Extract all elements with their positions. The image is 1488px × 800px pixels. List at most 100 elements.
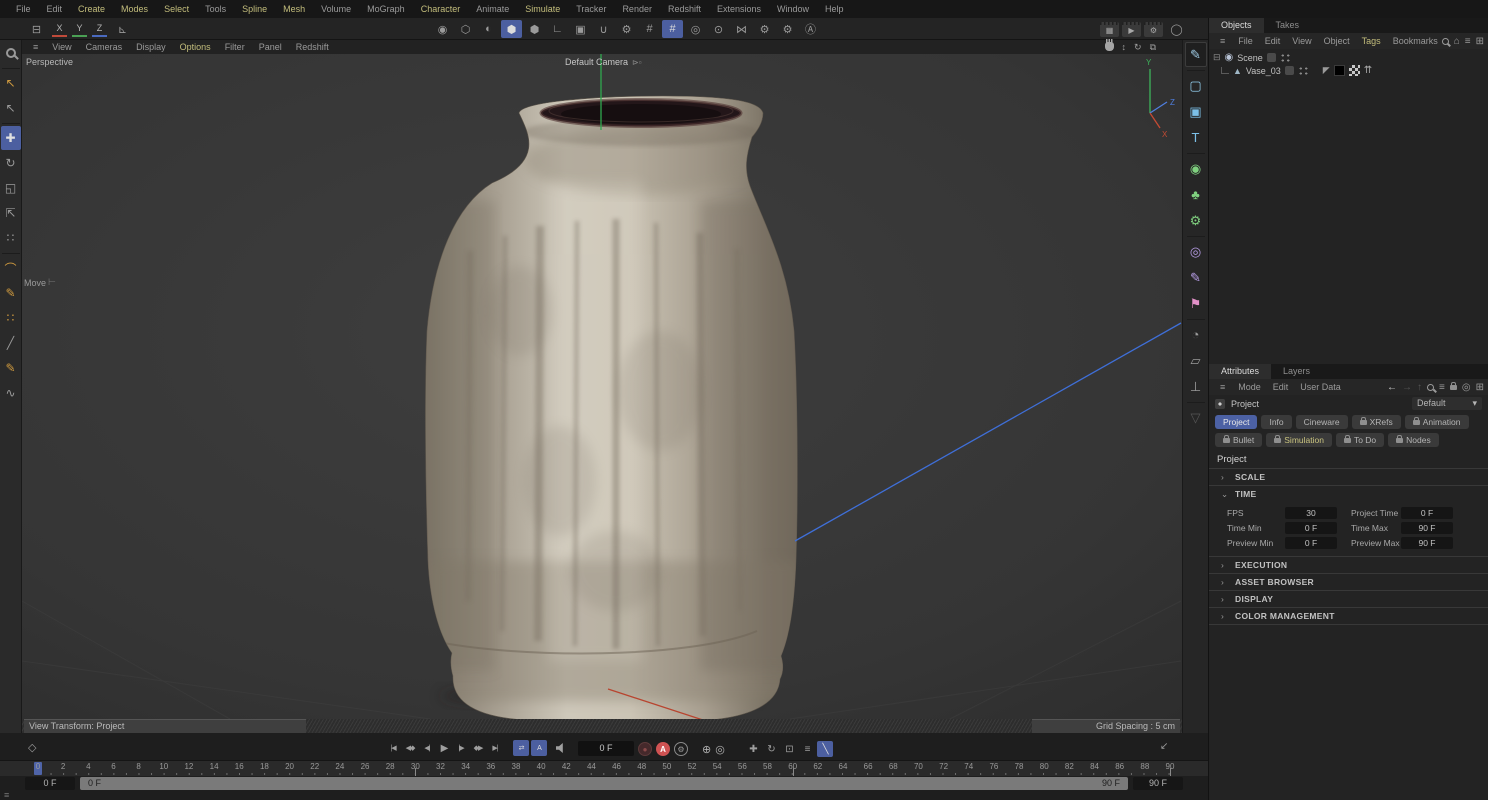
objects-home-icon[interactable]: ⌂: [1454, 36, 1460, 47]
history-forward-icon[interactable]: →: [1402, 382, 1412, 393]
menu-edit[interactable]: Edit: [39, 4, 71, 14]
spline-wrap-icon[interactable]: ∿: [1, 381, 21, 405]
objects-search-icon[interactable]: [1442, 38, 1449, 45]
field-object-icon[interactable]: ⚑: [1185, 291, 1207, 316]
spline-smooth-icon[interactable]: ∷: [1, 306, 21, 330]
lock-icon[interactable]: [1450, 385, 1457, 390]
scene-node-label[interactable]: Scene: [1237, 53, 1263, 63]
menu-mograph[interactable]: MoGraph: [359, 4, 413, 14]
viewport-menu-filter[interactable]: Filter: [218, 42, 252, 52]
menu-select[interactable]: Select: [156, 4, 197, 14]
timeline-resize-icon[interactable]: ↙: [1160, 741, 1168, 752]
loop-playback-button[interactable]: ⇄: [513, 740, 529, 756]
pan-view-icon[interactable]: [1105, 42, 1114, 53]
attributes-hamburger-icon[interactable]: ≡: [1214, 382, 1231, 392]
subdivision-surface-icon[interactable]: ◉: [1185, 156, 1207, 181]
view-name-label[interactable]: Perspective: [26, 57, 73, 67]
array-generator-icon[interactable]: ♣: [1185, 182, 1207, 207]
track-icon[interactable]: ◎: [1462, 382, 1471, 393]
selection-tag-icon[interactable]: ◤: [1323, 65, 1330, 76]
render-settings-icon[interactable]: ⚙: [1144, 22, 1163, 37]
attributes-menu-edit[interactable]: Edit: [1267, 382, 1295, 392]
attr-tab-info[interactable]: Info: [1261, 415, 1291, 429]
goto-end-button[interactable]: ▶|: [487, 740, 503, 756]
multi-axis-tool-icon[interactable]: ∷: [1, 226, 21, 250]
section-scale[interactable]: ›SCALE: [1209, 468, 1488, 485]
menu-window[interactable]: Window: [769, 4, 817, 14]
tree-row-scene[interactable]: ⊟ ◉ Scene: [1209, 51, 1488, 64]
simulate-scene-icon[interactable]: ◉: [432, 20, 453, 38]
line-cut-icon[interactable]: ✎: [1, 356, 21, 380]
current-frame-field[interactable]: 0 F: [578, 741, 634, 756]
goto-start-button[interactable]: |◀: [385, 740, 401, 756]
visibility-dots[interactable]: [1298, 66, 1309, 76]
menu-mesh[interactable]: Mesh: [275, 4, 313, 14]
gear-a-icon[interactable]: Ⓐ: [800, 20, 821, 38]
field-preview-max-value[interactable]: 90 F: [1401, 537, 1453, 549]
menu-volume[interactable]: Volume: [313, 4, 359, 14]
objects-menu-tags[interactable]: Tags: [1356, 36, 1387, 46]
play-sound-button[interactable]: [556, 743, 566, 753]
add-keyframe-button[interactable]: ◇: [28, 741, 36, 754]
attr-tab-bullet[interactable]: Bullet: [1215, 433, 1262, 447]
section-execution[interactable]: ›EXECUTION: [1209, 556, 1488, 573]
cube-primitive-icon[interactable]: ▣: [1185, 99, 1207, 124]
viewport-menu-panel[interactable]: Panel: [252, 42, 289, 52]
spline-pen-object-icon[interactable]: ✎: [1185, 42, 1207, 67]
render-view-icon[interactable]: ▦: [1100, 22, 1119, 37]
menu-help[interactable]: Help: [817, 4, 852, 14]
key-scale-button[interactable]: ⊡: [781, 741, 797, 757]
camera-label[interactable]: Default Camera ⊳▫: [565, 57, 642, 67]
viewport-canvas[interactable]: Y Z X: [22, 54, 1182, 719]
dolly-view-icon[interactable]: ↕: [1122, 42, 1127, 52]
symmetry-icon[interactable]: ⋈: [731, 20, 752, 38]
live-selection-icon[interactable]: ↖: [1, 71, 21, 95]
view-transform-label[interactable]: View Transform: Project: [24, 719, 306, 733]
visibility-dots[interactable]: [1280, 53, 1291, 63]
spline-deformer-icon[interactable]: ✎: [1185, 265, 1207, 290]
archive-icon[interactable]: ⊟: [26, 20, 47, 38]
objects-hamburger-icon[interactable]: ≡: [1214, 36, 1231, 46]
transform-tool-icon[interactable]: ⇱: [1, 201, 21, 225]
range-end-field[interactable]: 90 F: [1133, 777, 1183, 790]
attr-tab-to-do[interactable]: To Do: [1336, 433, 1384, 447]
grid-icon[interactable]: #: [639, 20, 660, 38]
text-object-icon[interactable]: T: [1185, 125, 1207, 150]
vase-node-label[interactable]: Vase_03: [1246, 66, 1281, 76]
phong-tag-icon[interactable]: ⇈: [1364, 65, 1372, 76]
viewport-menu-display[interactable]: Display: [129, 42, 173, 52]
quantize-grid-icon[interactable]: #: [662, 20, 683, 38]
menu-redshift[interactable]: Redshift: [660, 4, 709, 14]
texture-mode-icon[interactable]: ⬢: [524, 20, 545, 38]
history-back-icon[interactable]: ←: [1387, 382, 1397, 393]
render-picture-viewer-icon[interactable]: ▶: [1122, 22, 1141, 37]
objects-menu-edit[interactable]: Edit: [1259, 36, 1287, 46]
menu-extensions[interactable]: Extensions: [709, 4, 769, 14]
attr-tab-cineware[interactable]: Cineware: [1296, 415, 1348, 429]
key-position-button[interactable]: ✚: [745, 741, 761, 757]
workplane-icon[interactable]: ∟: [547, 20, 568, 38]
magnet-snap-icon[interactable]: ∪: [593, 20, 614, 38]
axis-x-button[interactable]: X: [52, 22, 67, 37]
plane-lock-icon[interactable]: ▣: [570, 20, 591, 38]
menu-tools[interactable]: Tools: [197, 4, 234, 14]
section-display[interactable]: ›DISPLAY: [1209, 590, 1488, 607]
attr-tab-xrefs[interactable]: XRefs: [1352, 415, 1401, 429]
tab-takes[interactable]: Takes: [1264, 18, 1312, 33]
menu-character[interactable]: Character: [413, 4, 469, 14]
spline-sketch-icon[interactable]: ✎: [1, 281, 21, 305]
timeline-ruler[interactable]: 0246810121416182022242628303234363840424…: [0, 760, 1208, 776]
camera-link-icon[interactable]: ⊳▫: [632, 58, 642, 67]
prev-key-button[interactable]: ◀◆: [402, 740, 418, 756]
section-asset-browser[interactable]: ›ASSET BROWSER: [1209, 573, 1488, 590]
next-frame-button[interactable]: |▶: [453, 740, 469, 756]
record-objects-button[interactable]: ●: [638, 742, 652, 756]
parent-up-icon[interactable]: ↑: [1417, 382, 1422, 393]
viewport-menu-view[interactable]: View: [45, 42, 78, 52]
key-parameter-button[interactable]: ≡: [799, 741, 815, 757]
object-mode-icon[interactable]: ⬢: [501, 20, 522, 38]
section-color-management[interactable]: ›COLOR MANAGEMENT: [1209, 607, 1488, 624]
zoom-tool-icon[interactable]: [1, 41, 21, 65]
field-time-min-value[interactable]: 0 F: [1285, 522, 1337, 534]
brush-icon[interactable]: ╱: [1, 331, 21, 355]
